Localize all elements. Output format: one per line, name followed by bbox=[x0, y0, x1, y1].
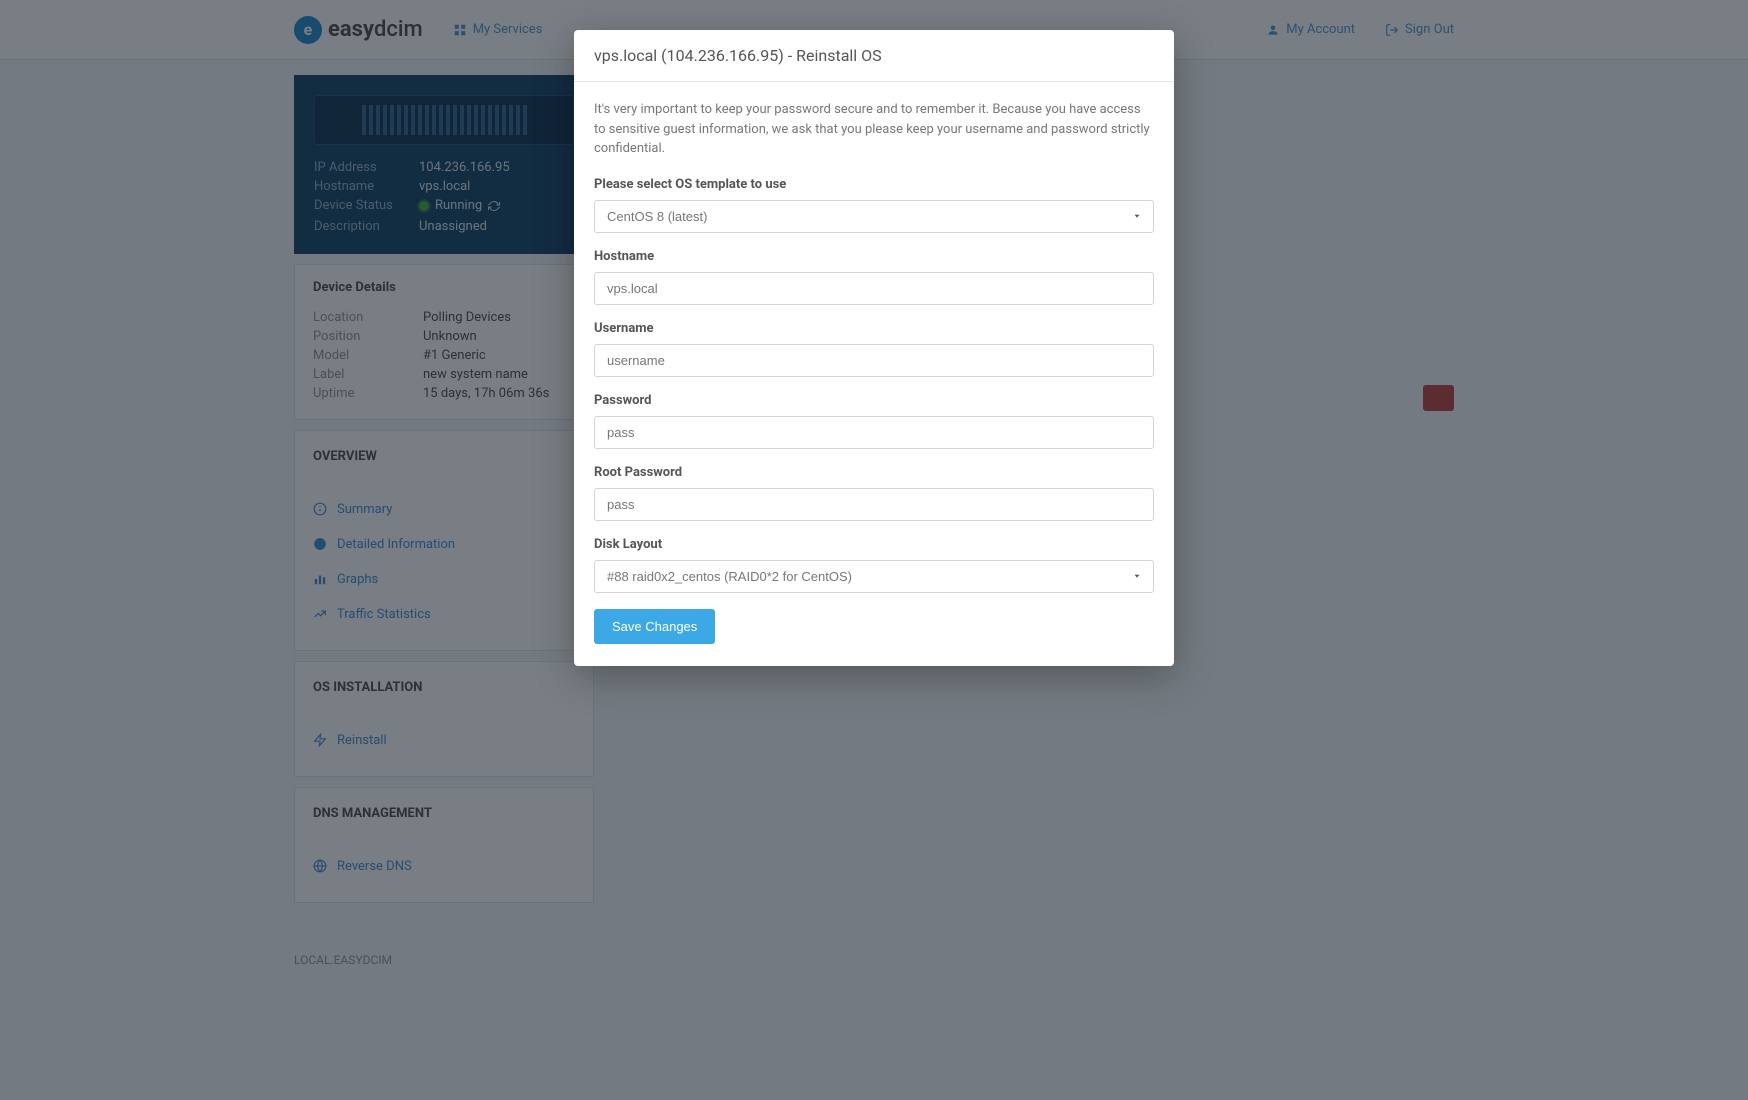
label-hostname-field: Hostname bbox=[594, 249, 1154, 264]
save-changes-button[interactable]: Save Changes bbox=[594, 609, 715, 644]
reinstall-modal: vps.local (104.236.166.95) - Reinstall O… bbox=[574, 30, 1174, 666]
label-password-field: Password bbox=[594, 393, 1154, 408]
label-disk-layout: Disk Layout bbox=[594, 537, 1154, 552]
root-password-input[interactable] bbox=[594, 488, 1154, 521]
username-input[interactable] bbox=[594, 344, 1154, 377]
password-input[interactable] bbox=[594, 416, 1154, 449]
modal-title: vps.local (104.236.166.95) - Reinstall O… bbox=[574, 30, 1174, 82]
label-os-template: Please select OS template to use bbox=[594, 177, 1154, 192]
modal-overlay[interactable]: vps.local (104.236.166.95) - Reinstall O… bbox=[0, 0, 1748, 1100]
label-root-password-field: Root Password bbox=[594, 465, 1154, 480]
os-template-select[interactable]: CentOS 8 (latest) bbox=[594, 200, 1154, 233]
disk-layout-select[interactable]: #88 raid0x2_centos (RAID0*2 for CentOS) bbox=[594, 560, 1154, 593]
hostname-input[interactable] bbox=[594, 272, 1154, 305]
modal-description: It's very important to keep your passwor… bbox=[594, 100, 1154, 159]
label-username-field: Username bbox=[594, 321, 1154, 336]
